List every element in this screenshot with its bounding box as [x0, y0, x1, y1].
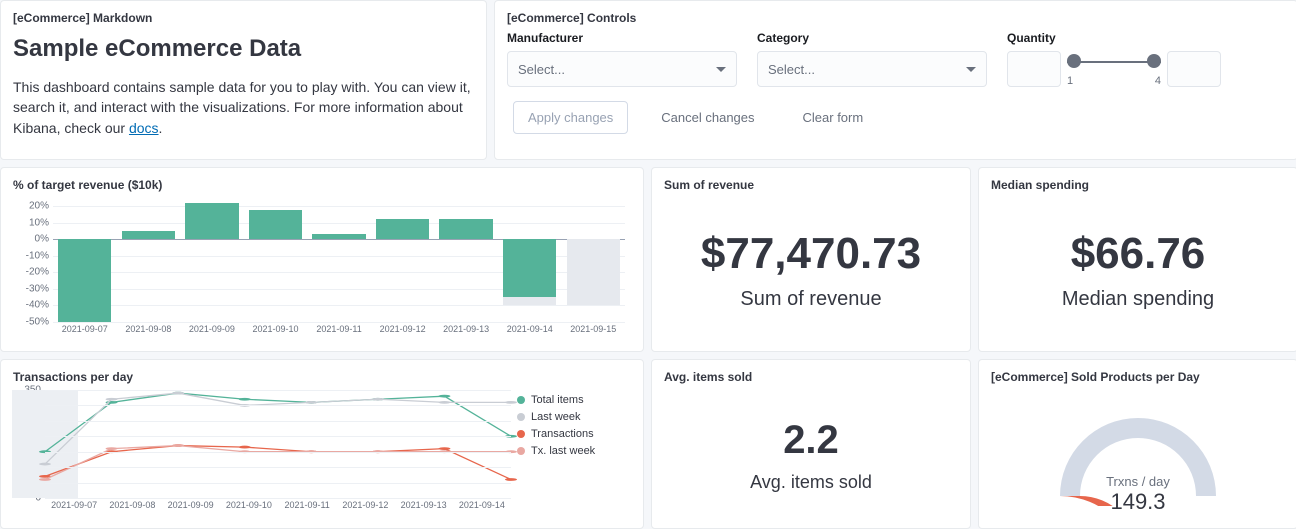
transactions-chart-panel: Transactions per day 3503002502001501005…: [0, 359, 644, 529]
y-tick: 10%: [29, 217, 49, 228]
panel-title: [eCommerce] Markdown: [13, 11, 474, 25]
y-tick: -30%: [26, 283, 49, 294]
manufacturer-label: Manufacturer: [507, 31, 737, 45]
panel-title: Transactions per day: [13, 370, 631, 384]
y-tick: -50%: [26, 317, 49, 328]
x-tick: 2021-09-07: [45, 500, 103, 512]
x-tick: 2021-09-07: [53, 324, 117, 338]
quantity-label: Quantity: [1007, 31, 1221, 45]
y-tick: -40%: [26, 300, 49, 311]
x-tick: 2021-09-10: [244, 324, 308, 338]
x-tick: 2021-09-08: [117, 324, 181, 338]
legend-item[interactable]: Transactions: [517, 428, 627, 440]
gauge-value: 149.3: [1110, 489, 1165, 515]
x-tick: 2021-09-09: [162, 500, 220, 512]
legend-item[interactable]: Total items: [517, 394, 627, 406]
legend-label: Transactions: [531, 428, 594, 440]
y-tick: -10%: [26, 250, 49, 261]
x-tick: 2021-09-12: [336, 500, 394, 512]
legend-dot-icon: [517, 396, 525, 404]
x-tick: 2021-09-15: [562, 324, 626, 338]
category-select[interactable]: Select...: [757, 51, 987, 87]
cancel-changes-button[interactable]: Cancel changes: [646, 101, 769, 134]
apply-changes-button[interactable]: Apply changes: [513, 101, 628, 134]
sum-revenue-panel: Sum of revenue $77,470.73 Sum of revenue: [651, 167, 971, 352]
legend-item[interactable]: Tx. last week: [517, 445, 627, 457]
legend-dot-icon: [517, 447, 525, 455]
x-tick: 2021-09-08: [103, 500, 161, 512]
panel-title: % of target revenue ($10k): [13, 178, 631, 192]
docs-link[interactable]: docs: [129, 120, 159, 136]
avg-items-label: Avg. items sold: [750, 472, 872, 493]
legend-dot-icon: [517, 413, 525, 421]
quantity-slider[interactable]: 1 4: [1067, 51, 1161, 87]
chevron-down-icon: [716, 67, 726, 72]
x-tick: 2021-09-11: [278, 500, 336, 512]
category-label: Category: [757, 31, 987, 45]
x-tick: 2021-09-11: [307, 324, 371, 338]
markdown-body-tail: .: [159, 120, 163, 136]
sold-products-gauge[interactable]: Trxns / day 149.3: [991, 390, 1285, 520]
median-spending-value: $66.76: [1071, 230, 1206, 278]
panel-title: [eCommerce] Controls: [507, 11, 1285, 25]
manufacturer-select[interactable]: Select...: [507, 51, 737, 87]
chart-legend: Total items Last week Transactions Tx. l…: [517, 394, 627, 462]
x-tick: 2021-09-12: [371, 324, 435, 338]
median-spending-label: Median spending: [1062, 288, 1214, 311]
x-tick: 2021-09-10: [220, 500, 278, 512]
x-tick: 2021-09-14: [498, 324, 562, 338]
median-spending-panel: Median spending $66.76 Median spending: [978, 167, 1296, 352]
markdown-panel: [eCommerce] Markdown Sample eCommerce Da…: [0, 0, 487, 160]
slider-min-label: 1: [1067, 75, 1073, 87]
controls-panel: [eCommerce] Controls Manufacturer Select…: [494, 0, 1296, 160]
select-placeholder: Select...: [518, 62, 565, 77]
y-tick: 20%: [29, 201, 49, 212]
gauge-label: Trxns / day: [1106, 474, 1170, 489]
legend-dot-icon: [517, 430, 525, 438]
y-tick: -20%: [26, 267, 49, 278]
panel-title: [eCommerce] Sold Products per Day: [991, 370, 1285, 384]
x-tick: 2021-09-13: [395, 500, 453, 512]
chevron-down-icon: [966, 67, 976, 72]
markdown-body: This dashboard contains sample data for …: [13, 77, 474, 138]
quantity-max-input[interactable]: [1167, 51, 1221, 87]
sum-revenue-value: $77,470.73: [701, 230, 921, 278]
sold-products-gauge-panel: [eCommerce] Sold Products per Day Trxns …: [978, 359, 1296, 529]
panel-title: Sum of revenue: [664, 178, 958, 192]
panel-title: Median spending: [991, 178, 1285, 192]
target-revenue-chart-panel: % of target revenue ($10k) 20% 10% 0% -10% -…: [0, 167, 644, 352]
panel-title: Avg. items sold: [664, 370, 958, 384]
x-tick: 2021-09-13: [434, 324, 498, 338]
markdown-heading: Sample eCommerce Data: [13, 35, 474, 63]
legend-label: Tx. last week: [531, 445, 595, 457]
target-revenue-bar-chart[interactable]: 20%10%0%-10%-20%-30%-40%-50% 2021-09-072…: [13, 198, 631, 338]
x-tick: 2021-09-14: [453, 500, 511, 512]
clear-form-button[interactable]: Clear form: [788, 101, 879, 134]
markdown-body-text: This dashboard contains sample data for …: [13, 79, 471, 136]
select-placeholder: Select...: [768, 62, 815, 77]
legend-label: Total items: [531, 394, 584, 406]
quantity-min-input[interactable]: [1007, 51, 1061, 87]
avg-items-value: 2.2: [783, 418, 839, 462]
legend-label: Last week: [531, 411, 581, 423]
transactions-line-chart[interactable]: 350300250200150100500 2021-09-072021-09-…: [13, 390, 631, 512]
legend-item[interactable]: Last week: [517, 411, 627, 423]
avg-items-panel: Avg. items sold 2.2 Avg. items sold: [651, 359, 971, 529]
x-tick: 2021-09-09: [180, 324, 244, 338]
slider-max-label: 4: [1155, 75, 1161, 87]
sum-revenue-label: Sum of revenue: [740, 288, 881, 311]
y-tick: 0%: [35, 234, 49, 245]
